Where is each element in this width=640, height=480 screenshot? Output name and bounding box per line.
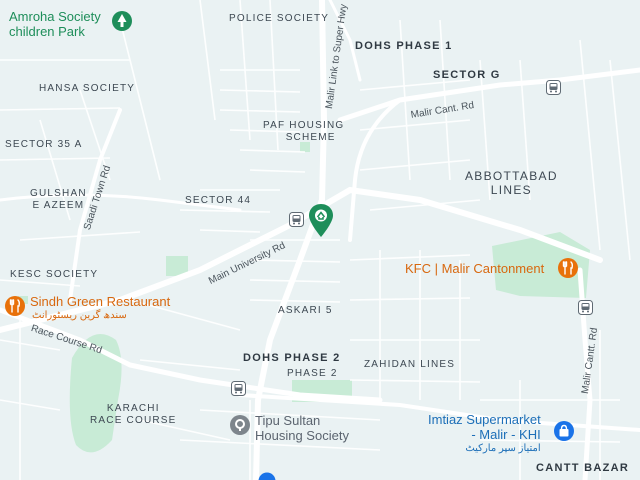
poi-sindh-green-name: Sindh Green Restaurant bbox=[30, 294, 171, 309]
poi-amroha-society-park[interactable]: Amroha Society children Park bbox=[9, 9, 101, 40]
place-pin-icon[interactable] bbox=[229, 414, 251, 436]
fork-knife-icon[interactable] bbox=[557, 257, 579, 279]
poi-imtiaz-line-2: - Malir - KHI bbox=[471, 426, 541, 442]
area-label-sector-35a: SECTOR 35 A bbox=[5, 139, 83, 150]
bus-stop-icon[interactable] bbox=[231, 381, 246, 396]
area-label-phase-2: PHASE 2 bbox=[287, 368, 338, 379]
poi-sindh-green-urdu: سندھ گرین ریسٹورانٹ bbox=[32, 309, 127, 321]
area-label-gulshan-line-1: GULSHAN bbox=[30, 188, 87, 199]
area-label-abbottabad-line-2: LINES bbox=[490, 182, 532, 197]
area-label-dohs-phase-1: DOHS PHASE 1 bbox=[355, 40, 453, 52]
area-label-abbottabad-lines: ABBOTTABAD LINES bbox=[465, 169, 558, 198]
shopping-bag-icon[interactable] bbox=[553, 420, 575, 442]
poi-imtiaz-line-1: Imtiaz Supermarket bbox=[428, 412, 541, 427]
bus-stop-icon[interactable] bbox=[289, 212, 304, 227]
poi-tipu-sultan-housing-society[interactable]: Tipu Sultan Housing Society bbox=[255, 413, 349, 444]
area-label-karachi-line-1: KARACHI bbox=[106, 403, 160, 414]
area-label-sector-44: SECTOR 44 bbox=[185, 195, 252, 206]
bus-stop-icon[interactable] bbox=[578, 300, 593, 315]
poi-imtiaz-supermarket[interactable]: Imtiaz Supermarket - Malir - KHI امتیاز … bbox=[428, 412, 541, 454]
area-label-karachi-line-2: RACE COURSE bbox=[90, 414, 177, 426]
poi-sindh-green-restaurant[interactable]: Sindh Green Restaurant سندھ گرین ریسٹورا… bbox=[30, 294, 171, 321]
area-label-cantt-bazar: CANTT BAZAR bbox=[536, 462, 630, 474]
area-label-police-society: POLICE SOCIETY bbox=[229, 13, 330, 24]
area-label-karachi-race-course: KARACHI RACE COURSE bbox=[90, 403, 177, 426]
area-label-zahidan-lines: ZAHIDAN LINES bbox=[364, 359, 456, 370]
area-label-askari-5: ASKARI 5 bbox=[278, 305, 333, 316]
area-label-gulshan-e-azeem: GULSHAN E AZEEM bbox=[30, 188, 87, 211]
poi-tipu-line-2: Housing Society bbox=[255, 427, 349, 443]
poi-tipu-line-1: Tipu Sultan bbox=[255, 413, 321, 428]
area-label-paf-housing: PAF HOUSING SCHEME bbox=[263, 120, 344, 143]
poi-amroha-line-1: Amroha Society bbox=[9, 9, 101, 24]
area-label-paf-housing-line-2: SCHEME bbox=[285, 131, 336, 143]
area-label-hansa-society: HANSA SOCIETY bbox=[39, 83, 136, 94]
area-label-kesc-society: KESC SOCIETY bbox=[10, 269, 99, 280]
bus-stop-icon[interactable] bbox=[546, 80, 561, 95]
area-label-dohs-phase-2: DOHS PHASE 2 bbox=[243, 352, 341, 364]
poi-amroha-line-2: children Park bbox=[9, 23, 85, 39]
area-label-gulshan-line-2: E AZEEM bbox=[32, 199, 85, 211]
fork-knife-icon[interactable] bbox=[4, 295, 26, 317]
poi-imtiaz-urdu: امتیاز سپر مارکیٹ bbox=[465, 442, 541, 454]
location-pin-icon[interactable] bbox=[307, 203, 335, 239]
area-label-sector-g: SECTOR G bbox=[433, 69, 501, 81]
area-label-abbottabad-line-1: ABBOTTABAD bbox=[465, 169, 558, 183]
area-label-paf-housing-line-1: PAF HOUSING bbox=[263, 120, 345, 131]
park-small-1 bbox=[300, 142, 310, 152]
poi-kfc-malir-cantonment[interactable]: KFC | Malir Cantonment bbox=[405, 261, 544, 277]
tree-icon[interactable] bbox=[111, 10, 133, 32]
place-pin-icon[interactable] bbox=[258, 471, 276, 480]
road-malir-cant-curve bbox=[348, 98, 402, 242]
map-canvas[interactable]: POLICE SOCIETY DOHS PHASE 1 SECTOR G HAN… bbox=[0, 0, 640, 480]
